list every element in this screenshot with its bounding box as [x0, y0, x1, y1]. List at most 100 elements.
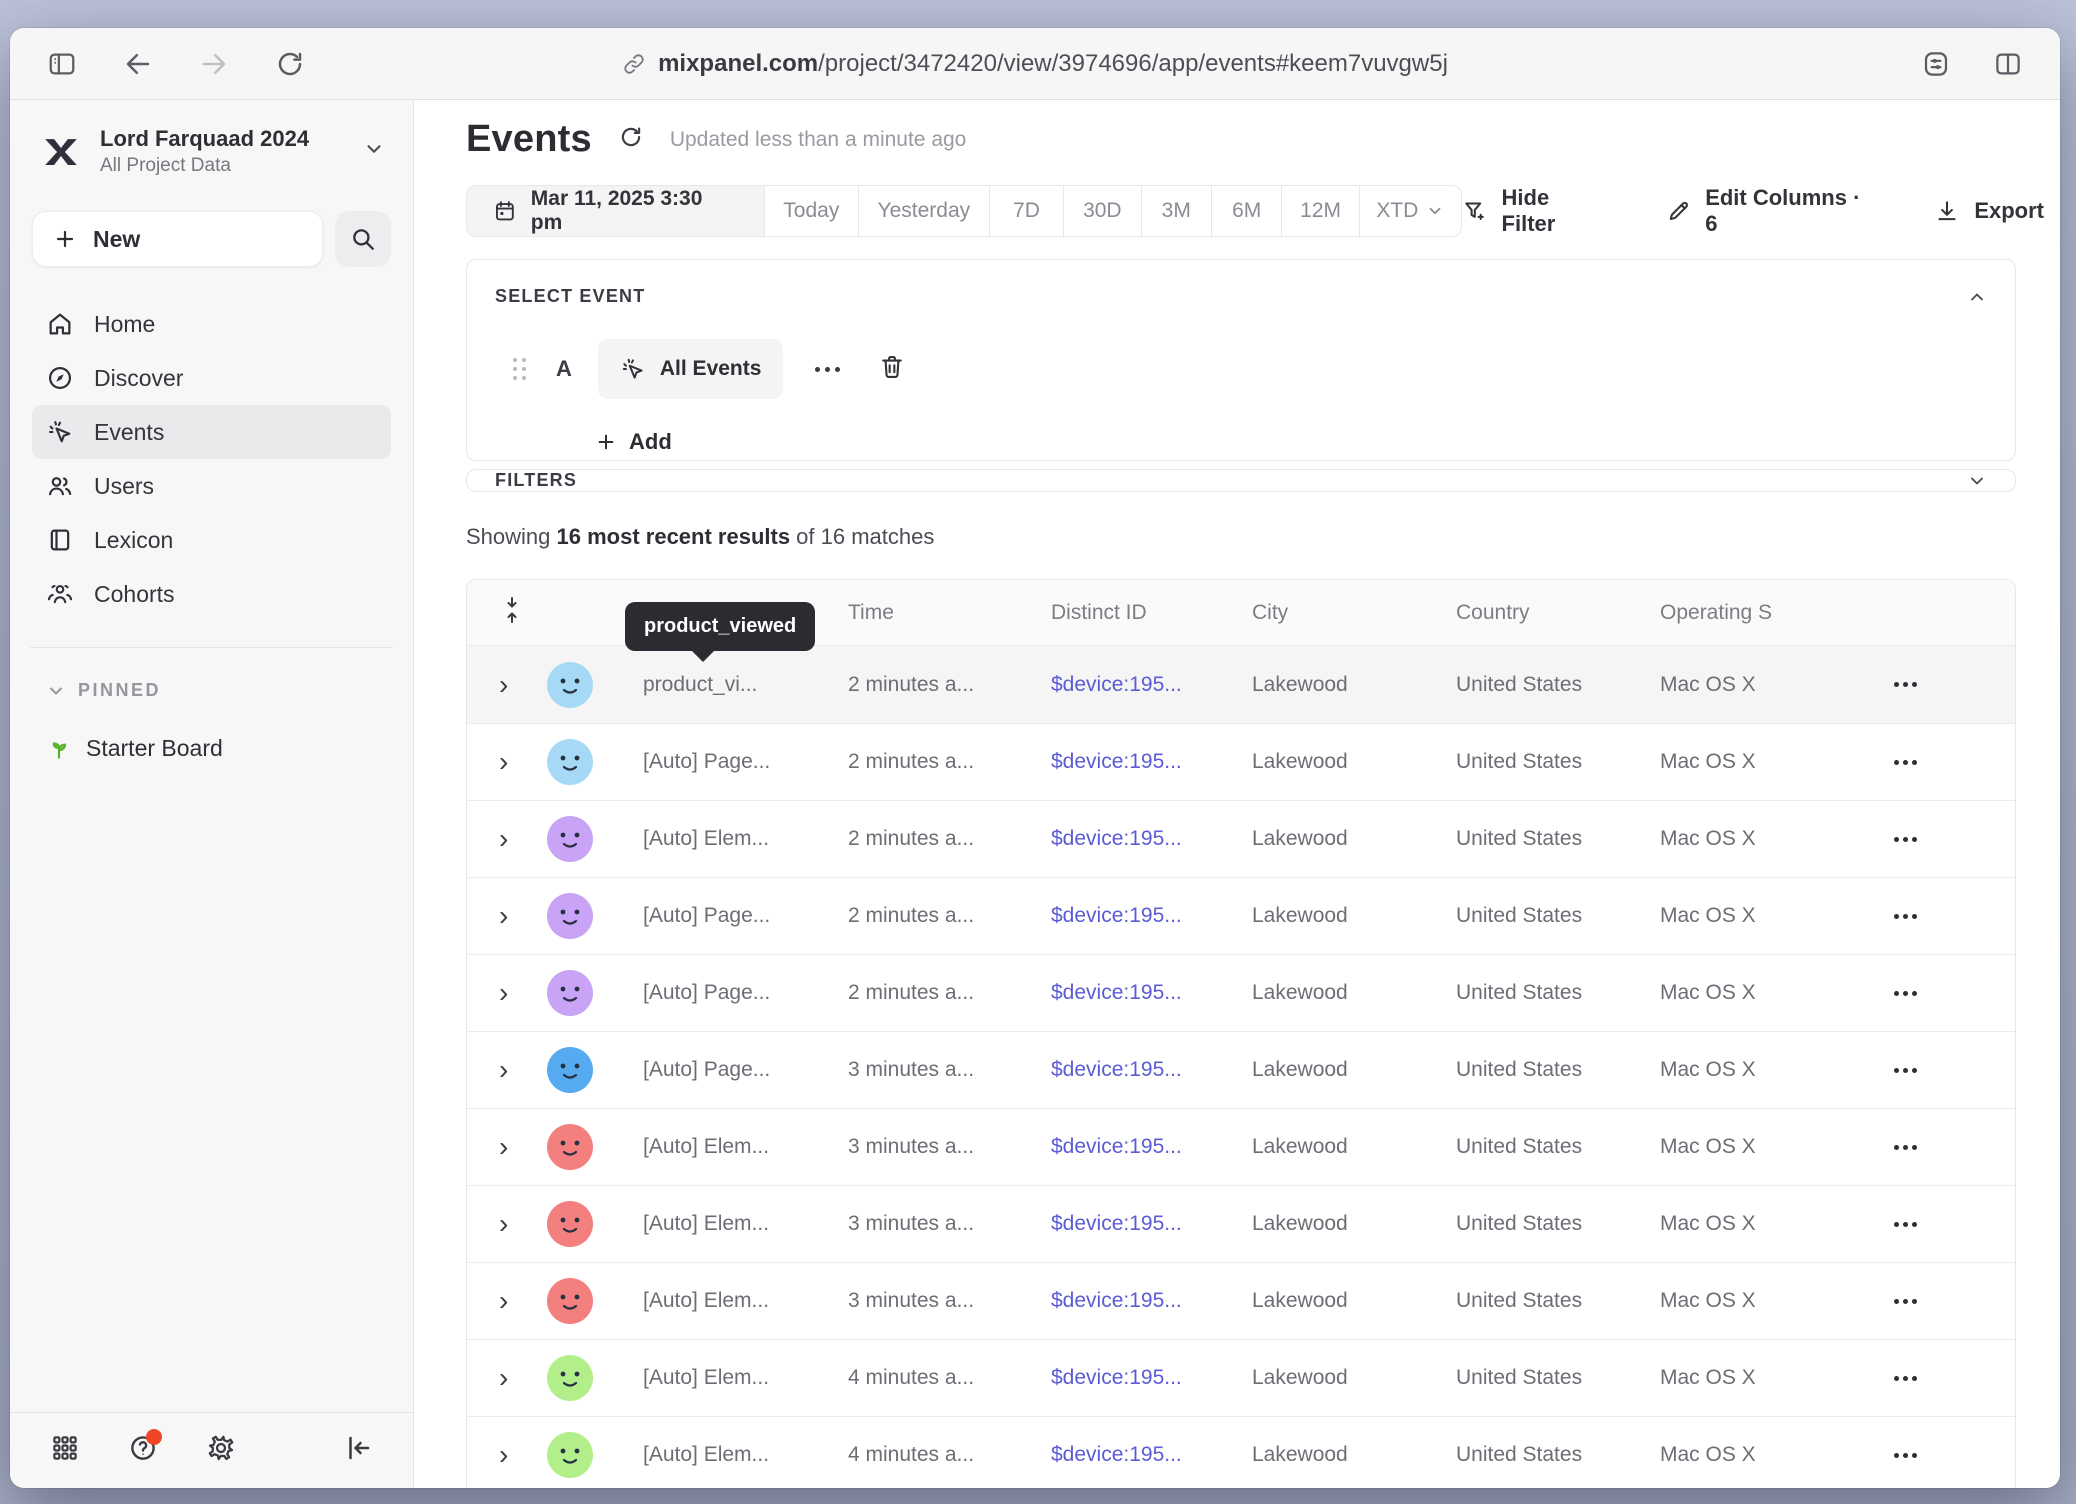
- column-time[interactable]: Time: [848, 601, 1051, 625]
- split-view-icon[interactable]: [1986, 42, 2030, 86]
- sidebar-item-cohorts[interactable]: Cohorts: [32, 567, 391, 621]
- date-preset-7d[interactable]: 7D: [989, 186, 1063, 236]
- row-actions-icon[interactable]: [1894, 991, 1917, 996]
- table-row[interactable]: ›[Auto] Elem...4 minutes a...$device:195…: [467, 1416, 2015, 1488]
- table-row[interactable]: ›[Auto] Page...3 minutes a...$device:195…: [467, 1031, 2015, 1108]
- settings-gear-icon[interactable]: [206, 1433, 236, 1468]
- row-actions-icon[interactable]: [1894, 837, 1917, 842]
- sidebar-item-starter-board[interactable]: Starter Board: [32, 735, 391, 762]
- row-actions-icon[interactable]: [1894, 682, 1917, 687]
- workspace-switcher[interactable]: Lord Farquaad 2024 All Project Data: [32, 126, 391, 177]
- cell-country: United States: [1456, 827, 1660, 851]
- refresh-results-icon[interactable]: [618, 124, 644, 155]
- drag-handle-icon[interactable]: [513, 358, 526, 380]
- page-settings-icon[interactable]: [1914, 42, 1958, 86]
- add-event-button[interactable]: Add: [595, 429, 1987, 455]
- expand-row-icon[interactable]: ›: [499, 1287, 508, 1315]
- cell-time: 3 minutes a...: [848, 1135, 1051, 1159]
- cell-distinct-id[interactable]: $device:195...: [1051, 904, 1252, 928]
- chevron-up-icon[interactable]: [1967, 287, 1987, 307]
- cell-distinct-id[interactable]: $device:195...: [1051, 1366, 1252, 1390]
- expand-row-icon[interactable]: ›: [499, 671, 508, 699]
- sidebar-toggle-icon[interactable]: [40, 42, 84, 86]
- expand-row-icon[interactable]: ›: [499, 1364, 508, 1392]
- date-preset-today[interactable]: Today: [764, 186, 858, 236]
- date-preset-3m[interactable]: 3M: [1141, 186, 1211, 236]
- expand-row-icon[interactable]: ›: [499, 825, 508, 853]
- cell-distinct-id[interactable]: $device:195...: [1051, 673, 1252, 697]
- cell-distinct-id[interactable]: $device:195...: [1051, 981, 1252, 1005]
- sidebar-item-users[interactable]: Users: [32, 459, 391, 513]
- cell-distinct-id[interactable]: $device:195...: [1051, 1058, 1252, 1082]
- cell-city: Lakewood: [1252, 1443, 1456, 1467]
- users-icon: [46, 472, 74, 500]
- hide-filter-button[interactable]: Hide Filter: [1462, 185, 1608, 237]
- cell-distinct-id[interactable]: $device:195...: [1051, 1212, 1252, 1236]
- event-avatar: [547, 1201, 593, 1247]
- delete-event-icon[interactable]: [878, 353, 906, 386]
- cell-distinct-id[interactable]: $device:195...: [1051, 1443, 1252, 1467]
- cell-distinct-id[interactable]: $device:195...: [1051, 750, 1252, 774]
- date-preset-12m[interactable]: 12M: [1281, 186, 1358, 236]
- apps-grid-icon[interactable]: [50, 1433, 80, 1468]
- sidebar-item-lexicon[interactable]: Lexicon: [32, 513, 391, 567]
- sidebar-item-home[interactable]: Home: [32, 297, 391, 351]
- table-row[interactable]: ›[Auto] Elem...4 minutes a...$device:195…: [467, 1339, 2015, 1416]
- help-icon[interactable]: [128, 1433, 158, 1468]
- column-distinct-id[interactable]: Distinct ID: [1051, 601, 1252, 625]
- cell-distinct-id[interactable]: $device:195...: [1051, 1135, 1252, 1159]
- table-row[interactable]: ›[Auto] Page...2 minutes a...$device:195…: [467, 877, 2015, 954]
- expand-row-icon[interactable]: ›: [499, 1056, 508, 1084]
- new-button[interactable]: New: [32, 211, 323, 267]
- row-actions-icon[interactable]: [1894, 1453, 1917, 1458]
- column-city[interactable]: City: [1252, 601, 1456, 625]
- column-country[interactable]: Country: [1456, 601, 1660, 625]
- collapse-all-icon[interactable]: [501, 597, 523, 629]
- date-preset-xtd[interactable]: XTD: [1359, 186, 1461, 236]
- cell-event: [Auto] Elem...: [643, 1443, 848, 1467]
- search-button[interactable]: [335, 211, 391, 267]
- event-more-icon[interactable]: [815, 367, 840, 372]
- edit-columns-button[interactable]: Edit Columns · 6: [1666, 185, 1877, 237]
- refresh-icon[interactable]: [268, 42, 312, 86]
- date-preset-6m[interactable]: 6M: [1211, 186, 1281, 236]
- cell-distinct-id[interactable]: $device:195...: [1051, 827, 1252, 851]
- table-row[interactable]: ›[Auto] Elem...3 minutes a...$device:195…: [467, 1262, 2015, 1339]
- row-actions-icon[interactable]: [1894, 760, 1917, 765]
- expand-row-icon[interactable]: ›: [499, 979, 508, 1007]
- table-row[interactable]: ›[Auto] Page...2 minutes a...$device:195…: [467, 723, 2015, 800]
- sidebar-item-events[interactable]: Events: [32, 405, 391, 459]
- url-bar[interactable]: mixpanel.com/project/3472420/view/397469…: [622, 50, 1448, 78]
- row-actions-icon[interactable]: [1894, 1299, 1917, 1304]
- expand-row-icon[interactable]: ›: [499, 1133, 508, 1161]
- collapse-sidebar-icon[interactable]: [343, 1433, 373, 1468]
- sidebar-item-discover[interactable]: Discover: [32, 351, 391, 405]
- date-preset-yesterday[interactable]: Yesterday: [858, 186, 989, 236]
- expand-row-icon[interactable]: ›: [499, 1210, 508, 1238]
- date-picker[interactable]: Mar 11, 2025 3:30 pm: [467, 186, 764, 236]
- column-os[interactable]: Operating S: [1660, 601, 1886, 625]
- cell-country: United States: [1456, 1212, 1660, 1236]
- row-actions-icon[interactable]: [1894, 1145, 1917, 1150]
- event-selector-chip[interactable]: All Events: [598, 339, 784, 399]
- date-preset-30d[interactable]: 30D: [1063, 186, 1140, 236]
- row-actions-icon[interactable]: [1894, 914, 1917, 919]
- export-button[interactable]: Export: [1934, 198, 2044, 224]
- row-actions-icon[interactable]: [1894, 1222, 1917, 1227]
- row-actions-icon[interactable]: [1894, 1068, 1917, 1073]
- table-row[interactable]: ›[Auto] Elem...2 minutes a...$device:195…: [467, 800, 2015, 877]
- cell-distinct-id[interactable]: $device:195...: [1051, 1289, 1252, 1313]
- chevron-down-icon[interactable]: [1967, 471, 1987, 491]
- pinned-section-header[interactable]: PINNED: [32, 680, 391, 701]
- cell-city: Lakewood: [1252, 1289, 1456, 1313]
- row-actions-icon[interactable]: [1894, 1376, 1917, 1381]
- back-icon[interactable]: [116, 42, 160, 86]
- expand-row-icon[interactable]: ›: [499, 1441, 508, 1469]
- table-row[interactable]: ›[Auto] Elem...3 minutes a...$device:195…: [467, 1108, 2015, 1185]
- cell-country: United States: [1456, 673, 1660, 697]
- filters-title: FILTERS: [495, 470, 577, 491]
- expand-row-icon[interactable]: ›: [499, 902, 508, 930]
- expand-row-icon[interactable]: ›: [499, 748, 508, 776]
- table-row[interactable]: ›[Auto] Elem...3 minutes a...$device:195…: [467, 1185, 2015, 1262]
- table-row[interactable]: ›[Auto] Page...2 minutes a...$device:195…: [467, 954, 2015, 1031]
